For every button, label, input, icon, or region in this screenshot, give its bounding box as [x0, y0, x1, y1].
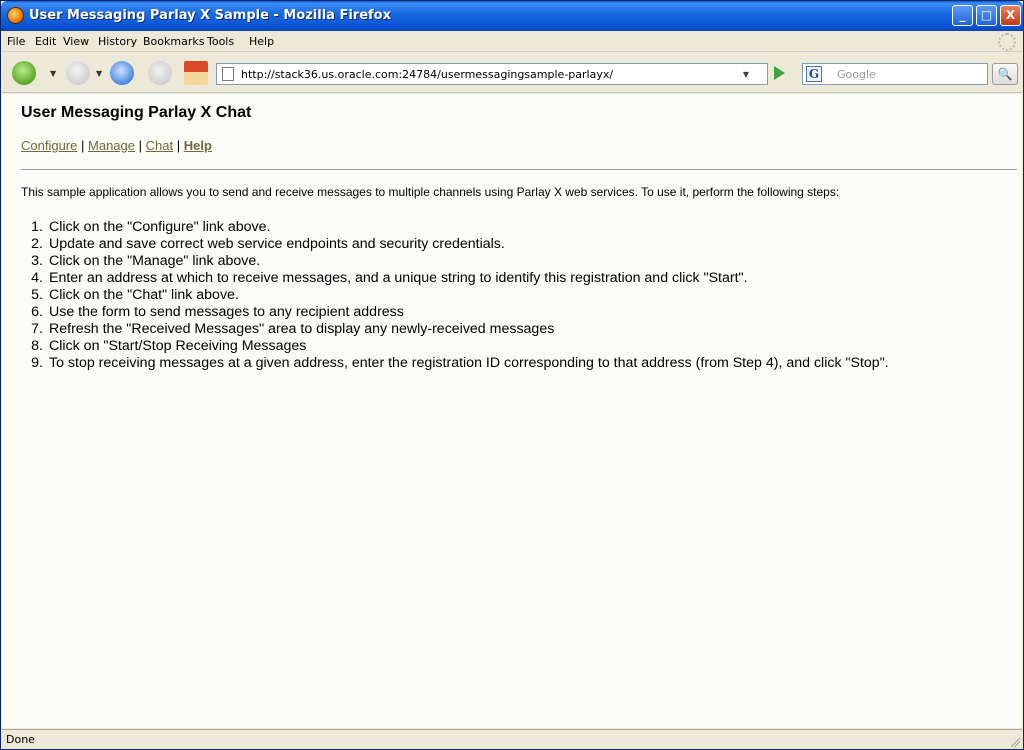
- menu-edit[interactable]: Edit: [35, 35, 56, 48]
- app-nav-links: Configure | Manage | Chat | Help: [21, 138, 212, 153]
- forward-history-dropdown-icon[interactable]: ▼: [96, 69, 102, 78]
- menu-tools[interactable]: Tools: [207, 35, 234, 48]
- list-item: 4. Enter an address at which to receive m…: [31, 270, 748, 286]
- minimize-button[interactable]: _: [952, 5, 973, 26]
- menu-file[interactable]: File: [7, 35, 25, 48]
- list-item: 1. Click on the "Configure" link above.: [31, 219, 271, 235]
- page-icon: [222, 67, 234, 81]
- resize-grip-icon[interactable]: [1008, 735, 1020, 747]
- menu-view[interactable]: View: [63, 35, 89, 48]
- reload-icon[interactable]: [110, 61, 134, 85]
- menu-history[interactable]: History: [98, 35, 137, 48]
- status-text: Done: [6, 733, 35, 746]
- menu-bookmarks[interactable]: Bookmarks: [143, 35, 204, 48]
- list-item: 2. Update and save correct web service en…: [31, 236, 505, 252]
- throbber-icon: [998, 33, 1016, 51]
- home-icon[interactable]: [184, 61, 208, 85]
- title-bar[interactable]: User Messaging Parlay X Sample - Mozilla…: [1, 1, 1023, 31]
- list-item: 9. To stop receiving messages at a given …: [31, 355, 889, 371]
- nav-separator: |: [176, 138, 181, 153]
- list-item: 3. Click on the "Manage" link above.: [31, 253, 261, 269]
- search-input[interactable]: Google: [837, 68, 876, 81]
- address-bar[interactable]: http://stack36.us.oracle.com:24784/userm…: [216, 63, 768, 85]
- search-magnifier-icon[interactable]: 🔍: [992, 63, 1018, 85]
- list-item: 8. Click on "Start/Stop Receiving Message…: [31, 338, 307, 354]
- menu-bar: File Edit View History Bookmarks Tools H…: [2, 32, 1022, 52]
- forward-arrow-icon[interactable]: [66, 61, 90, 85]
- help-link[interactable]: Help: [184, 138, 212, 153]
- browser-window: User Messaging Parlay X Sample - Mozilla…: [0, 0, 1024, 750]
- list-item: 6. Use the form to send messages to any r…: [31, 304, 404, 320]
- back-history-dropdown-icon[interactable]: ▼: [50, 69, 56, 78]
- navigation-toolbar: ▼ ▼ http://stack36.us.oracle.com:24784/u…: [2, 53, 1022, 93]
- chat-link[interactable]: Chat: [146, 138, 173, 153]
- configure-link[interactable]: Configure: [21, 138, 77, 153]
- url-dropdown-icon[interactable]: ▼: [743, 70, 749, 79]
- window-title: User Messaging Parlay X Sample - Mozilla…: [29, 8, 391, 23]
- url-text[interactable]: http://stack36.us.oracle.com:24784/userm…: [241, 68, 613, 81]
- menu-help[interactable]: Help: [249, 35, 274, 48]
- intro-text: This sample application allows you to se…: [21, 185, 840, 199]
- steps-list: 1. Click on the "Configure" link above. 2…: [21, 219, 889, 372]
- google-search-engine-icon[interactable]: G: [806, 66, 822, 82]
- back-arrow-icon[interactable]: [12, 61, 36, 85]
- page-title: User Messaging Parlay X Chat: [21, 104, 252, 121]
- search-box[interactable]: G Google: [802, 63, 988, 85]
- nav-separator: |: [138, 138, 143, 153]
- list-item: 5. Click on the "Chat" link above.: [31, 287, 239, 303]
- page-content: User Messaging Parlay X Chat Configure |…: [2, 94, 1022, 728]
- go-arrow-icon[interactable]: [774, 66, 785, 80]
- status-bar: Done: [2, 729, 1022, 749]
- horizontal-divider: [21, 169, 1017, 171]
- stop-icon[interactable]: [148, 61, 172, 85]
- maximize-button[interactable]: □: [976, 5, 997, 26]
- list-item: 7. Refresh the "Received Messages" area t…: [31, 321, 555, 337]
- firefox-icon: [7, 7, 24, 24]
- nav-separator: |: [81, 138, 85, 153]
- manage-link[interactable]: Manage: [88, 138, 135, 153]
- close-button[interactable]: X: [1000, 5, 1021, 26]
